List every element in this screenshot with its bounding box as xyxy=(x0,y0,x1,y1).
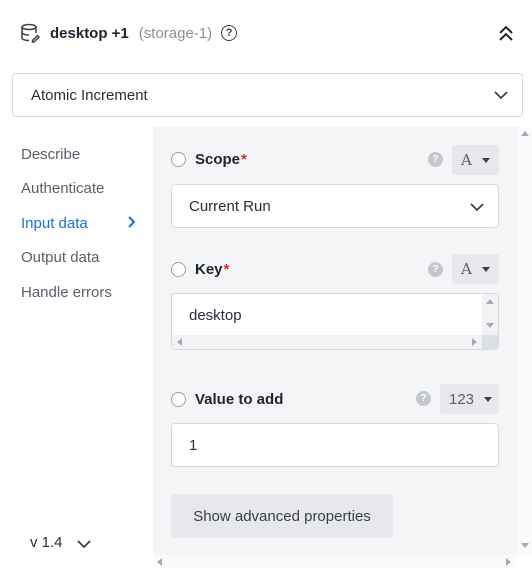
scope-select-value: Current Run xyxy=(189,197,271,215)
key-value: desktop xyxy=(189,307,242,324)
action-select[interactable]: Atomic Increment xyxy=(12,73,523,117)
caret-down-icon xyxy=(481,157,490,163)
textarea-horizontal-scrollbar[interactable] xyxy=(172,335,483,349)
type-label: A xyxy=(461,151,472,169)
chevron-down-icon xyxy=(494,91,508,100)
step-title: desktop +1 xyxy=(50,24,129,42)
value-to-add-value: 1 xyxy=(189,436,198,454)
show-advanced-properties-button[interactable]: Show advanced properties xyxy=(171,494,393,538)
textarea-vertical-scrollbar[interactable] xyxy=(482,294,498,335)
panel-vertical-scrollbar[interactable] xyxy=(517,127,532,555)
key-textarea[interactable]: desktop xyxy=(171,293,499,350)
double-chevron-up-icon[interactable] xyxy=(498,24,514,42)
scope-radio[interactable] xyxy=(171,152,186,167)
scope-type-toggle[interactable]: A xyxy=(452,145,499,175)
key-radio[interactable] xyxy=(171,262,186,277)
question-icon[interactable]: ? xyxy=(416,391,431,406)
scope-label-text: Scope xyxy=(195,151,241,168)
value-to-add-label: Value to add xyxy=(171,391,283,408)
action-select-value: Atomic Increment xyxy=(31,86,148,104)
sidebar: Describe Authenticate Input data Output … xyxy=(0,127,153,567)
key-label-text: Key xyxy=(195,261,223,278)
chevron-down-icon xyxy=(470,203,484,212)
scope-label: Scope * xyxy=(171,151,247,168)
key-type-toggle[interactable]: A xyxy=(452,254,499,284)
value-to-add-input[interactable]: 1 xyxy=(171,423,499,467)
question-icon[interactable]: ? xyxy=(428,262,443,277)
caret-down-icon xyxy=(484,396,493,402)
sidebar-item-authenticate[interactable]: Authenticate xyxy=(21,180,104,197)
sidebar-item-handle-errors[interactable]: Handle errors xyxy=(21,284,112,301)
scope-select[interactable]: Current Run xyxy=(171,184,499,228)
chevron-down-icon[interactable] xyxy=(77,539,91,549)
type-label: A xyxy=(461,260,472,278)
caret-down-icon xyxy=(481,266,490,272)
version-select[interactable]: v 1.4 xyxy=(30,534,63,551)
value-to-add-radio[interactable] xyxy=(171,392,186,407)
database-icon xyxy=(21,23,40,43)
sidebar-item-output-data[interactable]: Output data xyxy=(21,249,99,266)
value-type-toggle[interactable]: 123 xyxy=(440,384,499,414)
required-marker: * xyxy=(241,151,247,168)
step-header: desktop +1 (storage-1) ? xyxy=(0,0,532,66)
question-icon[interactable]: ? xyxy=(428,152,443,167)
sidebar-item-input-data[interactable]: Input data xyxy=(21,215,88,232)
panel-horizontal-scrollbar[interactable] xyxy=(153,555,517,569)
value-to-add-label-text: Value to add xyxy=(195,391,284,408)
step-subtitle: (storage-1) xyxy=(138,24,213,42)
required-marker: * xyxy=(223,261,230,278)
resize-handle[interactable] xyxy=(482,335,498,349)
sidebar-item-describe[interactable]: Describe xyxy=(21,146,80,163)
help-icon[interactable]: ? xyxy=(221,25,238,41)
key-label: Key * xyxy=(171,261,229,278)
chevron-right-icon xyxy=(128,216,136,228)
type-label: 123 xyxy=(449,390,475,408)
